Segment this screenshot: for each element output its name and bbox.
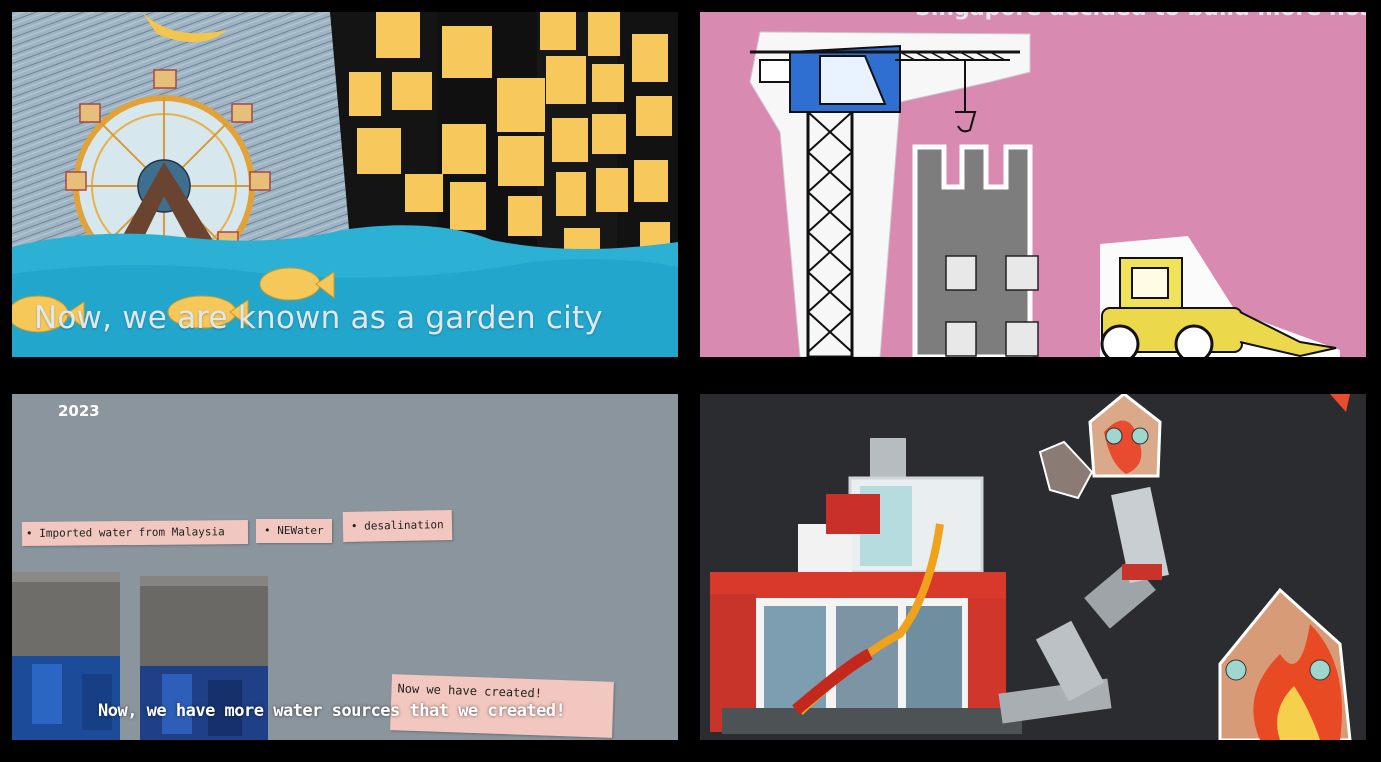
panel-construction: Singapore decided to build more hospital…	[700, 12, 1366, 357]
note-newater: • NEWater	[256, 519, 332, 543]
lego-fire-illustration	[700, 394, 1366, 740]
year-label: 2023	[58, 402, 100, 420]
panel-lego-fire	[700, 394, 1366, 740]
subtitle-caption: Now, we are known as a garden city	[34, 300, 603, 336]
subtitle-caption: Now, we have more water sources that we …	[98, 701, 566, 721]
note-desalination: • desalination	[342, 510, 452, 542]
subtitle-caption: Singapore decided to build more hospital…	[915, 12, 1366, 21]
grey-building-cutout	[912, 144, 1039, 357]
panel-water-sources: 2023 • Imported water from Malaysia • NE…	[12, 394, 678, 740]
construction-illustration	[700, 12, 1366, 357]
note-imported-water: • Imported water from Malaysia	[21, 520, 249, 546]
panel-garden-city: Now, we are known as a garden city	[12, 12, 678, 357]
